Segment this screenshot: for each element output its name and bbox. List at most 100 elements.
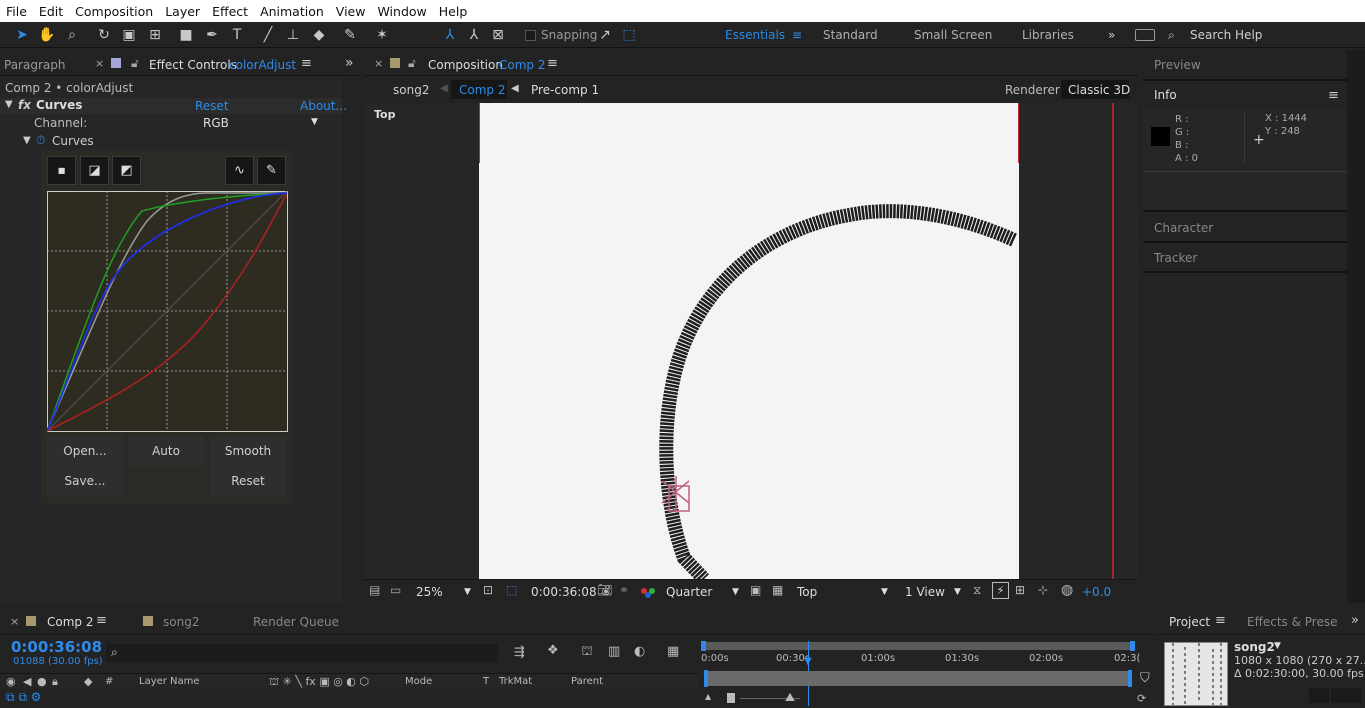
zoom-in-icon[interactable]: ⛰ — [785, 690, 795, 705]
chevron-down-icon[interactable]: ▼ — [1274, 641, 1281, 651]
menu-composition[interactable]: Composition — [69, 4, 159, 19]
crumb-precomp1[interactable]: Pre-comp 1 — [531, 83, 599, 97]
timeline-icon[interactable]: ⊞ — [1015, 583, 1025, 597]
video-toggle-icon[interactable]: ◉ — [6, 675, 16, 688]
monitor-icon[interactable]: ▭ — [390, 583, 401, 597]
menu-file[interactable]: File — [0, 4, 33, 19]
frame-blending-icon[interactable]: ▥ — [608, 644, 620, 659]
close-tab-icon[interactable]: × — [95, 57, 104, 70]
comp-tab-label[interactable]: Composition — [428, 58, 503, 72]
curves-reset-button[interactable]: Reset — [210, 466, 286, 496]
snap-icon[interactable]: ↗ — [596, 26, 614, 44]
layer-search-input[interactable] — [106, 644, 498, 662]
crumb-comp2[interactable]: Comp 2 — [459, 83, 505, 97]
pan-behind-tool-icon[interactable]: ⊞ — [146, 26, 164, 44]
curve-tool-icon[interactable]: ∿ — [225, 156, 254, 185]
transparency-grid-icon[interactable]: ▦ — [772, 583, 783, 597]
pen-tool-icon[interactable]: ✒ — [203, 26, 221, 44]
camera-tool-icon[interactable]: ▣ — [120, 26, 138, 44]
curves-open-button[interactable]: Open... — [47, 436, 123, 466]
local-axis-icon[interactable]: ⅄ — [441, 26, 459, 44]
chevron-down-icon[interactable]: ▼ — [732, 587, 739, 597]
switches-icon[interactable]: ⛫ ✳ ╲ fx ▣ ◎ ◐ ⬡ — [269, 675, 369, 690]
sync-settings-icon[interactable] — [1135, 29, 1155, 41]
graph-editor-icon[interactable]: ▦ — [667, 644, 679, 659]
exposure-value[interactable]: +0.0 — [1082, 585, 1111, 599]
scroll-icon[interactable]: ⟳ — [1137, 692, 1146, 705]
project-footer-button[interactable] — [1309, 688, 1329, 703]
column-trkmat[interactable]: TrkMat — [499, 676, 532, 687]
brush-tool-icon[interactable]: ╱ — [259, 26, 277, 44]
project-item-name[interactable]: song2 — [1234, 640, 1275, 654]
search-help-input[interactable]: Search Help — [1190, 28, 1262, 42]
pencil-tool-icon[interactable]: ✎ — [257, 156, 286, 185]
snap-grid-icon[interactable]: ⬚ — [620, 26, 638, 44]
zoom-tool-icon[interactable]: ⌕ — [63, 26, 81, 44]
stopwatch-icon[interactable]: ⏱ — [36, 133, 45, 148]
draft-3d-icon[interactable]: ❖ — [547, 643, 559, 658]
reset-exposure-icon[interactable]: ◍ — [1061, 582, 1073, 598]
resolution-dropdown[interactable]: Quarter — [666, 585, 712, 599]
menu-window[interactable]: Window — [371, 4, 432, 19]
puppet-tool-icon[interactable]: ✶ — [373, 26, 391, 44]
panel-overflow-icon[interactable]: » — [345, 55, 354, 71]
work-area-bar[interactable] — [703, 642, 1135, 650]
expand-pane-icon[interactable]: ⧉ ⧉ ⚙ — [6, 690, 42, 705]
audio-toggle-icon[interactable]: ◀ — [23, 675, 31, 688]
workspace-overflow-icon[interactable]: » — [1108, 28, 1115, 42]
timeline-timecode[interactable]: 0:00:36:08 — [11, 638, 102, 656]
region-of-interest-icon[interactable]: ▣ — [750, 583, 761, 597]
workspace-standard[interactable]: Standard — [823, 28, 878, 42]
column-layer-name[interactable]: Layer Name — [139, 676, 200, 687]
project-tab[interactable]: Project — [1169, 615, 1210, 629]
workspace-menu-icon[interactable]: ≡ — [792, 28, 802, 42]
effects-presets-tab[interactable]: Effects & Prese — [1247, 615, 1338, 629]
view-axis-icon[interactable]: ⊠ — [489, 26, 507, 44]
navigator-end-handle[interactable] — [1128, 670, 1132, 687]
label-column-icon[interactable]: ◆ — [84, 675, 92, 688]
navigator-start-handle[interactable] — [704, 670, 708, 687]
zoom-slider-thumb[interactable] — [727, 693, 735, 703]
menu-view[interactable]: View — [330, 4, 372, 19]
column-mode[interactable]: Mode — [405, 676, 432, 687]
effect-reset-link[interactable]: Reset — [195, 99, 229, 113]
large-graph-icon[interactable]: ◩ — [112, 156, 141, 185]
project-footer-button[interactable] — [1331, 688, 1361, 703]
chevron-down-icon[interactable]: ▼ — [881, 587, 888, 597]
clone-stamp-tool-icon[interactable]: ⊥ — [284, 26, 302, 44]
chevron-down-icon[interactable]: ▼ — [954, 587, 961, 597]
curves-auto-button[interactable]: Auto — [128, 436, 204, 466]
menu-effect[interactable]: Effect — [206, 4, 254, 19]
camera-view-dropdown[interactable]: Top — [797, 585, 817, 599]
tab-effect-controls[interactable]: Effect Controls — [149, 58, 237, 72]
info-menu-icon[interactable]: ≡ — [1328, 88, 1339, 103]
close-comp-tab-icon[interactable]: × — [374, 57, 383, 70]
workspace-essentials[interactable]: Essentials — [725, 28, 785, 42]
workspace-libraries[interactable]: Libraries — [1022, 28, 1074, 42]
crumb-song2[interactable]: song2 — [393, 83, 429, 97]
selection-tool-icon[interactable]: ➤ — [13, 26, 31, 44]
chevron-down-icon[interactable]: ▼ — [464, 587, 471, 597]
effect-about-link[interactable]: About... — [300, 99, 347, 113]
panel-menu-icon[interactable]: ≡ — [301, 56, 312, 71]
show-snapshot-icon[interactable]: ⚭ — [619, 583, 629, 597]
column-t[interactable]: T — [483, 676, 489, 687]
timeline-tab-render-queue[interactable]: Render Queue — [253, 615, 339, 629]
effect-expand-icon[interactable]: ▼ — [5, 99, 13, 110]
column-parent[interactable]: Parent — [571, 676, 603, 687]
shy-layers-icon[interactable]: ⛫ — [581, 644, 593, 661]
character-panel-tab[interactable]: Character — [1154, 221, 1213, 235]
right-panel-scrollbar[interactable] — [1347, 50, 1365, 603]
type-tool-icon[interactable]: T — [228, 26, 246, 44]
lock-column-icon[interactable]: 🔒︎ — [52, 675, 58, 689]
comp-mini-flowchart-icon[interactable]: ⇶ — [514, 645, 525, 660]
tab-paragraph[interactable]: Paragraph — [4, 58, 65, 72]
toggle-pixel-aspect-icon[interactable]: ⧖ — [973, 583, 981, 598]
world-axis-icon[interactable]: ⅄ — [465, 26, 483, 44]
comp-marker-bin-icon[interactable]: ⛉ — [1140, 671, 1150, 686]
project-overflow-icon[interactable]: » — [1351, 613, 1359, 628]
mask-visibility-icon[interactable]: ⬚ — [506, 583, 517, 597]
menu-animation[interactable]: Animation — [254, 4, 330, 19]
curves-smooth-button[interactable]: Smooth — [210, 436, 286, 466]
safe-zones-icon[interactable]: ⊡ — [483, 583, 493, 597]
